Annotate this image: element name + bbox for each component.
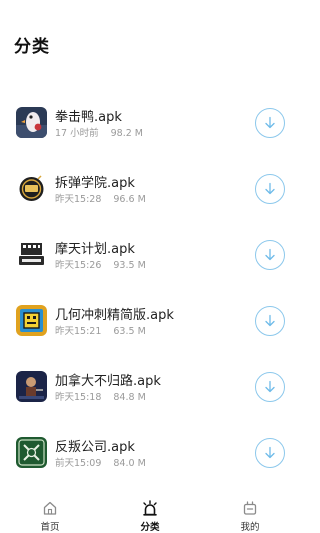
list-item[interactable]: 反叛公司.apk 前天15:09 84.0 M bbox=[0, 420, 300, 486]
download-icon bbox=[265, 116, 275, 129]
file-size: 98.2 M bbox=[110, 128, 143, 139]
file-meta: 昨天15:28 96.6 M bbox=[55, 191, 146, 205]
file-size: 84.8 M bbox=[113, 392, 146, 403]
tab-label: 分类 bbox=[140, 522, 160, 533]
download-icon bbox=[265, 314, 275, 327]
category-icon bbox=[143, 500, 157, 516]
death-road-canada-app-icon bbox=[16, 371, 47, 402]
home-icon bbox=[43, 501, 57, 515]
download-button[interactable] bbox=[255, 174, 285, 204]
download-button[interactable] bbox=[255, 240, 285, 270]
file-time: 昨天15:28 bbox=[55, 194, 102, 205]
file-meta: 昨天15:18 84.8 M bbox=[55, 389, 146, 403]
duck-boxer-app-icon bbox=[16, 107, 47, 138]
robot-icon bbox=[243, 501, 257, 515]
file-name: 拳击鸭.apk bbox=[55, 110, 122, 125]
list-item[interactable]: 加拿大不归路.apk 昨天15:18 84.8 M bbox=[0, 354, 300, 420]
download-button[interactable] bbox=[255, 108, 285, 138]
tab-mine[interactable]: 我的 bbox=[220, 500, 280, 533]
file-time: 昨天15:18 bbox=[55, 392, 102, 403]
tab-label: 首页 bbox=[40, 522, 60, 533]
download-button[interactable] bbox=[255, 438, 285, 468]
rebel-inc-app-icon bbox=[16, 437, 47, 468]
tab-label: 我的 bbox=[240, 522, 260, 533]
file-name: 摩天计划.apk bbox=[55, 242, 135, 257]
file-name: 加拿大不归路.apk bbox=[55, 374, 161, 389]
file-name: 拆弹学院.apk bbox=[55, 176, 135, 191]
download-icon bbox=[265, 182, 275, 195]
list-item[interactable]: 摩天计划.apk 昨天15:26 93.5 M bbox=[0, 222, 300, 288]
download-button[interactable] bbox=[255, 372, 285, 402]
bomb-academy-app-icon bbox=[16, 173, 47, 204]
list-item[interactable]: 拳击鸭.apk 17 小时前 98.2 M bbox=[0, 90, 300, 156]
tab-category[interactable]: 分类 bbox=[120, 500, 180, 533]
file-time: 前天15:09 bbox=[55, 458, 102, 469]
file-time: 昨天15:21 bbox=[55, 326, 102, 337]
download-button[interactable] bbox=[255, 306, 285, 336]
file-size: 84.0 M bbox=[113, 458, 146, 469]
tab-home[interactable]: 首页 bbox=[20, 500, 80, 533]
download-list: 拳击鸭.apk 17 小时前 98.2 M 拆弹学院.apk 昨天15:28 96.… bbox=[0, 90, 300, 486]
header: 分类 bbox=[0, 0, 300, 80]
list-item[interactable]: 几何冲刺精简版.apk 昨天15:21 63.5 M bbox=[0, 288, 300, 354]
download-icon bbox=[265, 248, 275, 261]
file-time: 昨天15:26 bbox=[55, 260, 102, 271]
file-size: 63.5 M bbox=[113, 326, 146, 337]
download-icon bbox=[265, 446, 275, 459]
download-icon bbox=[265, 380, 275, 393]
file-size: 96.6 M bbox=[113, 194, 146, 205]
file-name: 反叛公司.apk bbox=[55, 440, 135, 455]
page-title: 分类 bbox=[14, 37, 50, 57]
bottom-tab-bar: 首页 分类 我的 bbox=[0, 490, 300, 533]
file-meta: 昨天15:21 63.5 M bbox=[55, 323, 146, 337]
geometry-dash-app-icon bbox=[16, 305, 47, 336]
file-size: 93.5 M bbox=[113, 260, 146, 271]
file-meta: 昨天15:26 93.5 M bbox=[55, 257, 146, 271]
list-item[interactable]: 拆弹学院.apk 昨天15:28 96.6 M bbox=[0, 156, 300, 222]
file-meta: 17 小时前 98.2 M bbox=[55, 125, 143, 139]
file-name: 几何冲刺精简版.apk bbox=[55, 308, 174, 323]
file-meta: 前天15:09 84.0 M bbox=[55, 455, 146, 469]
highrise-app-icon bbox=[16, 239, 47, 270]
file-time: 17 小时前 bbox=[55, 128, 99, 139]
